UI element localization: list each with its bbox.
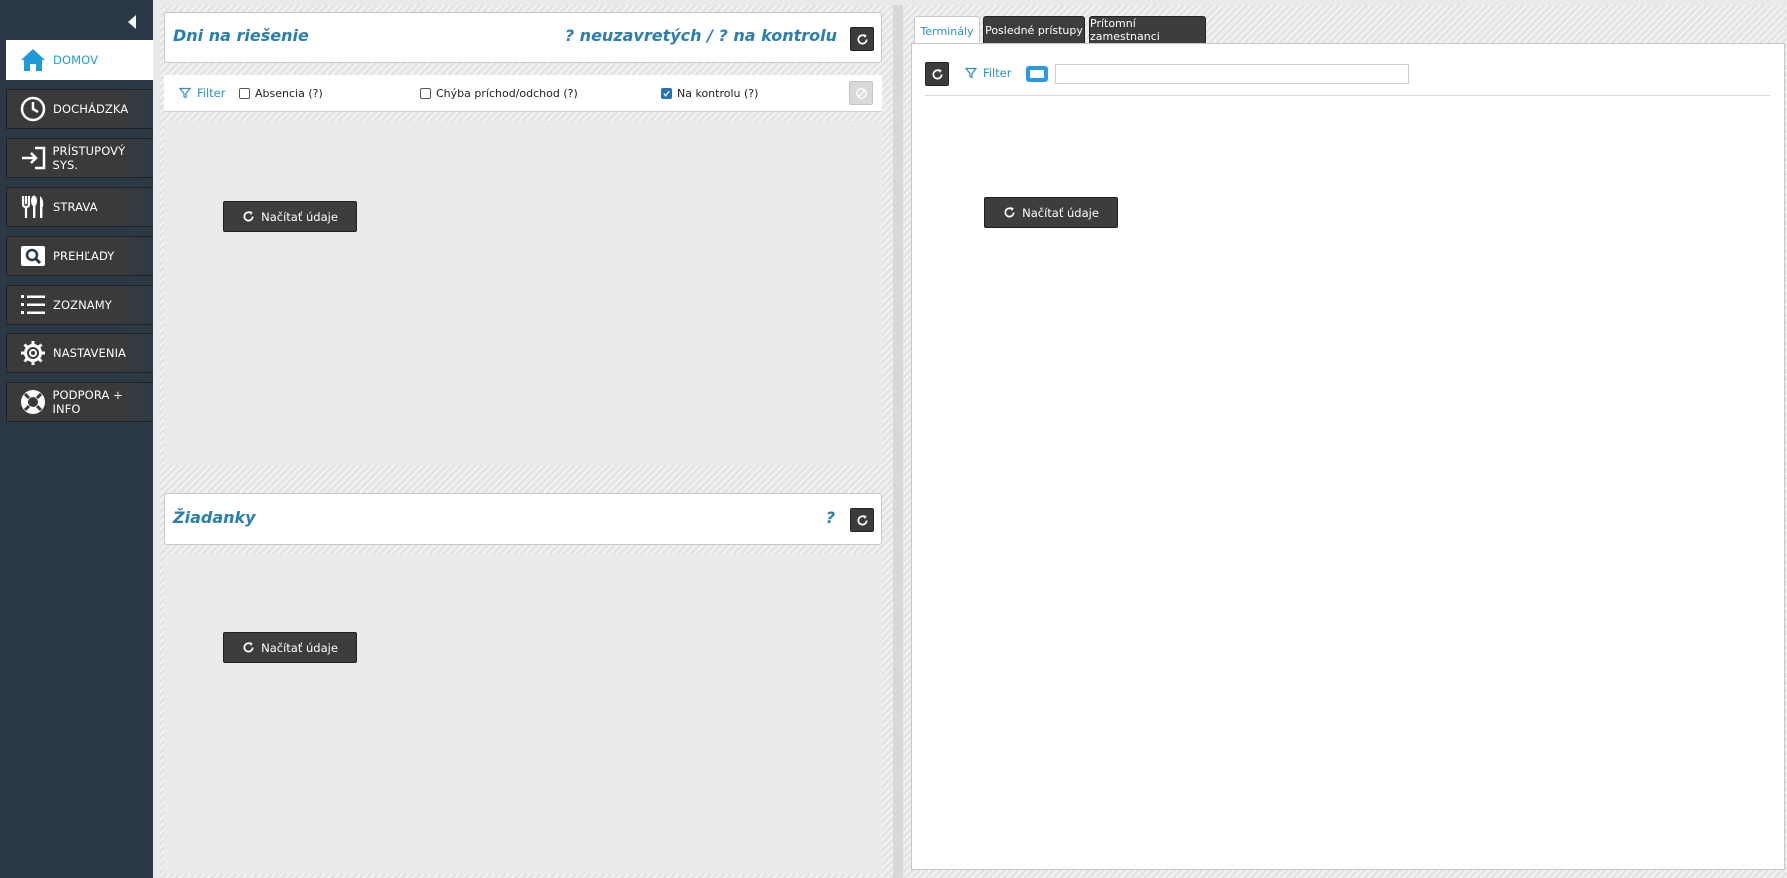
nav-item-podpora-info[interactable]: PODPORA + INFO — [6, 382, 153, 422]
requests-load-data-button[interactable]: Načítať údaje — [223, 632, 357, 663]
tab-label: Posledné prístupy — [985, 23, 1083, 37]
collapse-sidebar-icon[interactable] — [126, 14, 138, 30]
filter-toggle-switch[interactable] — [1026, 66, 1048, 82]
refresh-icon — [243, 641, 254, 653]
tab-pritomni-zamestnanci[interactable]: Prítomní zamestnanci — [1089, 16, 1206, 44]
terminals-filter-input[interactable] — [1055, 64, 1409, 84]
requests-panel-header: Žiadanky ? — [164, 493, 882, 545]
cutlery-icon — [18, 192, 48, 222]
checkbox-label: Absencia (?) — [255, 87, 323, 100]
refresh-icon — [243, 210, 254, 222]
refresh-icon — [932, 68, 943, 79]
nav-item-domov[interactable]: DOMOV — [6, 40, 153, 80]
ban-icon — [855, 87, 867, 99]
home-icon — [18, 45, 48, 75]
search-icon — [18, 241, 48, 271]
filter-label: Filter — [983, 66, 1012, 80]
column-divider[interactable] — [893, 5, 903, 878]
load-data-label: Načítať údaje — [261, 209, 338, 224]
tab-terminaly[interactable]: Terminály — [914, 16, 980, 46]
nav-item-pristupovy-sys[interactable]: PRÍSTUPOVÝ SYS. — [6, 138, 153, 178]
list-icon — [18, 290, 48, 320]
terminals-refresh-button[interactable] — [925, 62, 949, 86]
refresh-icon — [1004, 206, 1015, 218]
terminals-panel: Filter Načítať údaje — [911, 43, 1785, 870]
nav-item-nastavenia[interactable]: NASTAVENIA — [6, 333, 153, 373]
checkbox-box — [661, 88, 672, 99]
filter-icon — [179, 87, 191, 99]
nav-item-label: NASTAVENIA — [53, 346, 127, 360]
days-filter-bar: Filter Absencia (?) Chýba príchod/odchod… — [164, 75, 882, 112]
check-icon — [663, 90, 670, 97]
chyba-prichod-odchod-checkbox[interactable]: Chýba príchod/odchod (?) — [420, 87, 578, 100]
days-panel-title: Dni na riešenie — [173, 26, 309, 45]
tab-label: Terminály — [920, 25, 974, 38]
nav-item-label: ZOZNAMY — [53, 298, 112, 312]
na-kontrolu-checkbox[interactable]: Na kontrolu (?) — [661, 87, 758, 100]
clock-icon — [18, 94, 48, 124]
tab-posledne-pristupy[interactable]: Posledné prístupy — [983, 16, 1085, 44]
nav-item-strava[interactable]: STRAVA — [6, 187, 153, 227]
nav-item-label: PREHĽADY — [53, 249, 115, 263]
load-data-label: Načítať údaje — [1022, 205, 1099, 220]
nav-item-label: DOCHÁDZKA — [53, 102, 129, 116]
filter-separator — [925, 95, 1770, 96]
checkbox-box — [420, 88, 431, 99]
days-panel-header: Dni na riešenie ? neuzavretých / ? na ko… — [164, 12, 882, 63]
login-arrow-icon — [18, 143, 48, 173]
load-data-label: Načítať údaje — [261, 640, 338, 655]
nav-item-zoznamy[interactable]: ZOZNAMY — [6, 285, 153, 325]
refresh-icon — [857, 33, 868, 44]
checkbox-box — [239, 88, 250, 99]
filter-label: Filter — [197, 86, 226, 100]
days-panel-counts: ? neuzavretých / ? na kontrolu — [564, 26, 837, 45]
refresh-icon — [857, 514, 868, 525]
nav-item-label: DOMOV — [53, 53, 99, 67]
terminals-load-data-button[interactable]: Načítať údaje — [984, 197, 1118, 228]
lifebuoy-icon — [18, 387, 48, 417]
days-refresh-button[interactable] — [850, 27, 874, 51]
requests-panel-title: Žiadanky — [173, 508, 256, 527]
nav-item-prehlady[interactable]: PREHĽADY — [6, 236, 153, 276]
filter-icon — [965, 67, 977, 79]
tab-label: Prítomní zamestnanci — [1090, 17, 1160, 43]
sidebar: DOMOV DOCHÁDZKA PRÍSTUPOVÝ SYS. STRAVA P… — [0, 0, 153, 878]
right-column: Terminály Posledné prístupy Prítomní zam… — [903, 5, 1787, 878]
requests-panel-count: ? — [825, 508, 835, 527]
nav-item-label: STRAVA — [53, 200, 98, 214]
clear-filter-button[interactable] — [849, 81, 873, 105]
checkbox-label: Chýba príchod/odchod (?) — [436, 87, 578, 100]
left-column: Dni na riešenie ? neuzavretých / ? na ko… — [160, 5, 893, 878]
terminals-filter-toggle[interactable]: Filter — [965, 66, 1011, 80]
requests-refresh-button[interactable] — [850, 508, 874, 532]
nav-item-label: PODPORA + INFO — [52, 388, 123, 416]
gear-icon — [18, 338, 48, 368]
nav-item-dochadzka[interactable]: DOCHÁDZKA — [6, 89, 153, 129]
days-filter-toggle[interactable]: Filter — [179, 86, 225, 100]
nav-item-label: PRÍSTUPOVÝ SYS. — [52, 144, 126, 172]
days-panel-body: Načítať údaje — [164, 121, 882, 465]
absencia-checkbox[interactable]: Absencia (?) — [239, 87, 323, 100]
days-load-data-button[interactable]: Načítať údaje — [223, 201, 357, 232]
requests-panel-body: Načítať údaje — [164, 554, 882, 874]
checkbox-label: Na kontrolu (?) — [677, 87, 759, 100]
